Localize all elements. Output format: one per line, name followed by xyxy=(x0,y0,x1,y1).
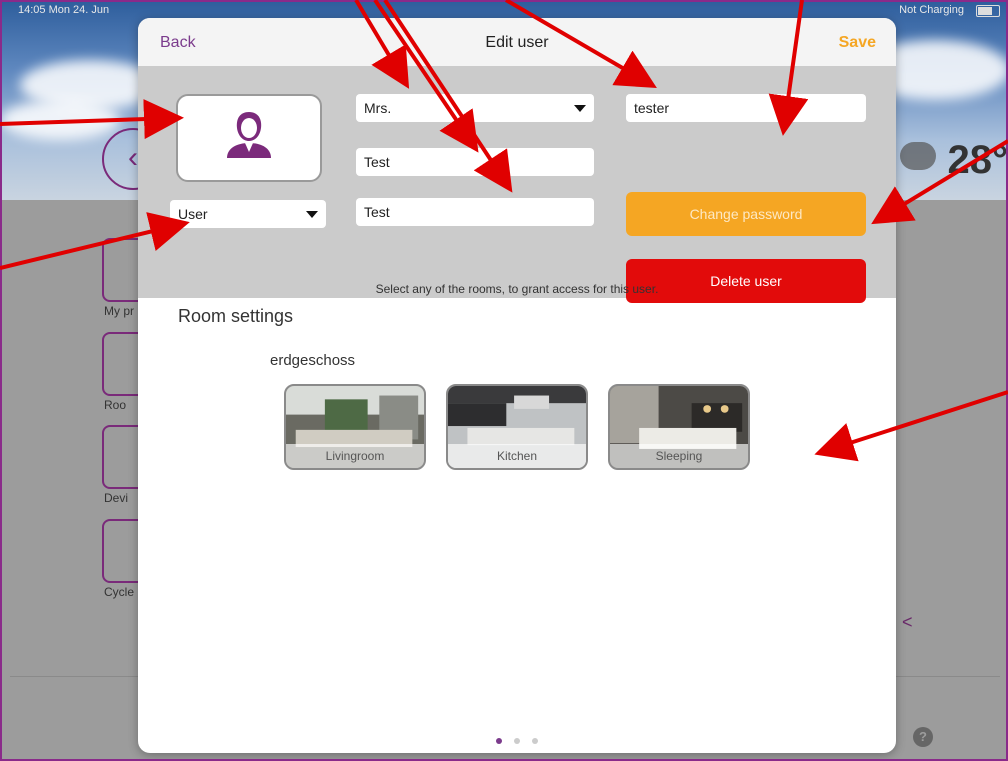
room-tile-sleeping[interactable]: Sleeping xyxy=(608,384,750,470)
role-select[interactable]: User xyxy=(170,200,326,228)
page-dot[interactable] xyxy=(495,738,502,744)
battery-icon xyxy=(976,5,1000,17)
page-dot[interactable] xyxy=(532,738,539,744)
avatar-picker[interactable] xyxy=(176,94,322,182)
change-password-button[interactable]: Change password xyxy=(626,192,866,236)
share-icon: < xyxy=(902,612,913,632)
status-time: 14:05 Mon 24. Jun xyxy=(18,4,110,16)
floor-label: erdgeschoss xyxy=(270,352,356,369)
delete-user-button[interactable]: Delete user xyxy=(626,259,866,303)
room-tile-kitchen[interactable]: Kitchen xyxy=(446,384,588,470)
help-icon: ? xyxy=(913,727,933,747)
status-bar: 14:05 Mon 24. Jun Not Charging xyxy=(0,0,1008,20)
save-button[interactable]: Save xyxy=(839,34,876,52)
modal-title: Edit user xyxy=(485,34,549,51)
username-field[interactable]: tester xyxy=(626,94,866,122)
page-dot[interactable] xyxy=(514,738,520,744)
first-name-field[interactable]: Test xyxy=(356,148,594,176)
modal-nav-bar: Back Edit user Save xyxy=(138,18,896,66)
room-name: Kitchen xyxy=(448,444,586,468)
last-name-field[interactable]: Test xyxy=(356,198,594,226)
female-user-avatar-icon xyxy=(227,112,271,158)
salutation-value: Mrs. xyxy=(364,100,392,116)
background-temperature: 28° xyxy=(947,138,1008,182)
room-name: Livingroom xyxy=(286,444,424,468)
room-settings-heading: Room settings xyxy=(178,306,294,326)
page-indicator[interactable] xyxy=(138,731,896,749)
user-form: User Mrs. Test Test tester Change passwo… xyxy=(138,66,896,303)
chevron-down-icon xyxy=(574,105,586,112)
chevron-down-icon xyxy=(306,211,318,218)
edit-user-modal: Back Edit user Save User Mrs. Test Test … xyxy=(138,18,896,753)
status-charging: Not Charging xyxy=(899,4,964,16)
room-tile-livingroom[interactable]: Livingroom xyxy=(284,384,426,470)
room-access-hint: Select any of the rooms, to grant access… xyxy=(375,282,659,296)
room-name: Sleeping xyxy=(610,444,748,468)
salutation-select[interactable]: Mrs. xyxy=(356,94,594,122)
weather-cloud-icon xyxy=(900,142,936,170)
role-value: User xyxy=(178,206,208,222)
